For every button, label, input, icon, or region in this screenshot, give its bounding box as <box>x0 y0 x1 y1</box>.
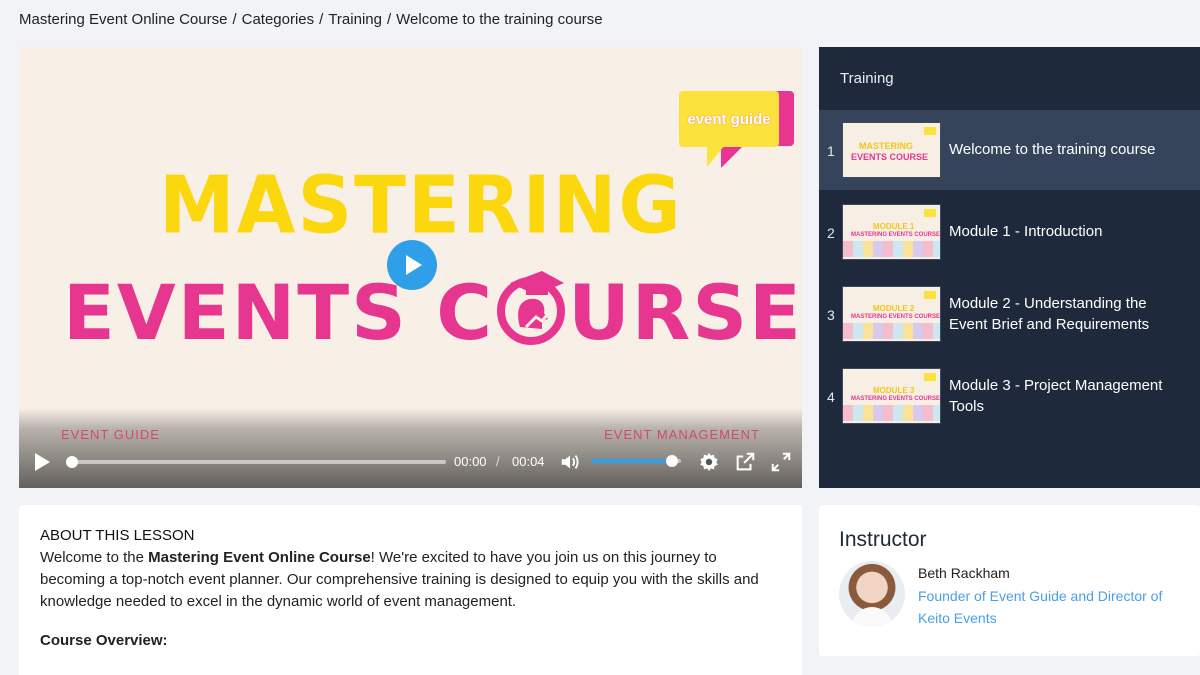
breadcrumb-categories[interactable]: Categories <box>242 11 315 28</box>
thumb-text-1: MODULE 2 <box>873 304 915 313</box>
popout-icon[interactable] <box>734 451 756 473</box>
volume-slider[interactable] <box>591 455 681 467</box>
instructor-title: Instructor <box>839 528 927 551</box>
lesson-sidebar: Training 1 MASTERING EVENTS COURSE Welco… <box>819 47 1200 488</box>
thumb-text-1: MASTERING <box>859 141 913 151</box>
lesson-thumbnail: MASTERING EVENTS COURSE <box>842 122 941 178</box>
about-text-course-name: Mastering Event Online Course <box>148 549 371 566</box>
breadcrumb-training[interactable]: Training <box>328 11 382 28</box>
current-time: 00:00 <box>454 454 487 469</box>
breadcrumb-course[interactable]: Mastering Event Online Course <box>19 11 227 28</box>
settings-gear-icon[interactable] <box>698 451 720 473</box>
lesson-number: 4 <box>827 389 835 405</box>
breadcrumb-separator: / <box>319 11 324 28</box>
instructor-panel: Instructor Beth Rackham Founder of Event… <box>819 505 1200 656</box>
seek-handle[interactable] <box>66 456 78 468</box>
thumb-text-2: MASTERING EVENTS COURSE <box>851 396 941 402</box>
thumb-text-1: MODULE 3 <box>873 386 915 395</box>
graduation-head-icon <box>497 271 566 345</box>
time-separator: / <box>496 454 500 469</box>
event-guide-logo: event guide <box>679 91 794 191</box>
instructor-name: Beth Rackham <box>918 565 1010 581</box>
video-footer-right-text: EVENT MANAGEMENT <box>604 427 760 442</box>
breadcrumb-separator: / <box>386 11 392 28</box>
lesson-number: 3 <box>827 307 835 323</box>
video-title-line2: EVENTS C URSE <box>63 269 802 351</box>
video-play-overlay-button[interactable] <box>387 240 437 290</box>
thumb-text-2: MASTERING EVENTS COURSE <box>851 232 941 238</box>
lesson-item-2[interactable]: 2 MODULE 1 MASTERING EVENTS COURSE Modul… <box>819 192 1200 272</box>
play-button[interactable] <box>35 453 50 471</box>
about-text: Welcome to the Mastering Event Online Co… <box>40 547 785 613</box>
lesson-item-4[interactable]: 4 MODULE 3 MASTERING EVENTS COURSE Modul… <box>819 356 1200 436</box>
breadcrumb-separator: / <box>232 11 237 28</box>
lesson-title: Welcome to the training course <box>949 141 1156 158</box>
video-footer-left-text: EVENT GUIDE <box>61 427 160 442</box>
volume-icon[interactable] <box>559 451 581 473</box>
thumb-text-2: MASTERING EVENTS COURSE <box>851 314 941 320</box>
lesson-thumbnail: MODULE 3 MASTERING EVENTS COURSE <box>842 368 941 424</box>
breadcrumb-current: Welcome to the training course <box>396 11 603 28</box>
thumb-text-2: EVENTS COURSE <box>851 152 929 162</box>
lesson-title: Module 1 - Introduction <box>949 223 1103 240</box>
about-text-intro: Welcome to the <box>40 549 149 566</box>
lesson-thumbnail: MODULE 1 MASTERING EVENTS COURSE <box>842 204 941 260</box>
lesson-item-1[interactable]: 1 MASTERING EVENTS COURSE Welcome to the… <box>819 110 1200 190</box>
lesson-item-3[interactable]: 3 MODULE 2 MASTERING EVENTS COURSE Modul… <box>819 274 1200 354</box>
lesson-number: 2 <box>827 225 835 241</box>
video-controls-bar <box>19 408 802 488</box>
lesson-title: Module 3 - Project Management Tools <box>949 377 1163 415</box>
lesson-number: 1 <box>827 143 835 159</box>
video-title-line2-b: URSE <box>568 268 802 357</box>
play-icon <box>406 255 422 275</box>
video-player[interactable]: event guide MASTERING EVENTS C URSE EVEN… <box>19 47 802 488</box>
event-guide-logo-text: event guide <box>687 110 771 128</box>
about-lesson-panel: ABOUT THIS LESSON Welcome to the Masteri… <box>19 505 802 675</box>
instructor-role-link[interactable]: Founder of Event Guide and Director of K… <box>918 585 1183 629</box>
thumb-text-1: MODULE 1 <box>873 222 915 231</box>
course-overview-heading: Course Overview: <box>40 632 168 649</box>
sidebar-title: Training <box>840 70 894 87</box>
duration: 00:04 <box>512 454 545 469</box>
seek-bar[interactable] <box>66 456 446 468</box>
lesson-thumbnail: MODULE 2 MASTERING EVENTS COURSE <box>842 286 941 342</box>
fullscreen-icon[interactable] <box>770 451 792 473</box>
breadcrumb: Mastering Event Online Course / Categories… <box>19 11 603 28</box>
about-heading: ABOUT THIS LESSON <box>40 527 195 544</box>
lesson-title: Module 2 - Understanding the Event Brief… <box>949 295 1150 333</box>
video-title-line1: MASTERING <box>159 157 683 252</box>
volume-handle[interactable] <box>666 455 678 467</box>
instructor-avatar[interactable] <box>839 561 905 627</box>
